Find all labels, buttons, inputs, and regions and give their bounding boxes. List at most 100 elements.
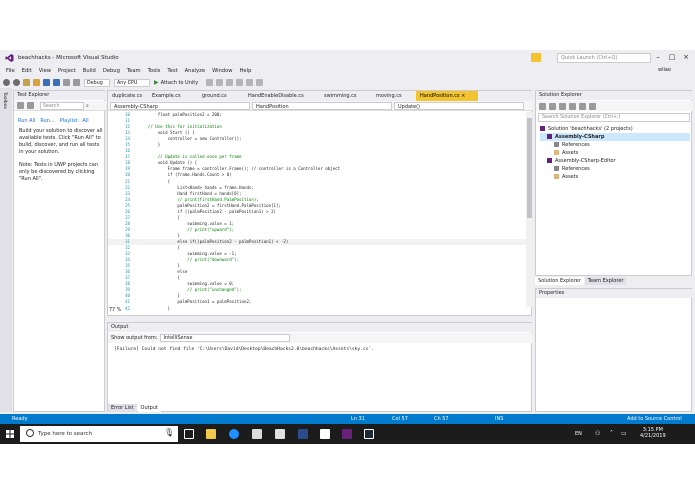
menu-test[interactable]: Test: [167, 68, 177, 74]
status-line: Ln 31: [351, 416, 365, 422]
platform-select[interactable]: Any CPU: [114, 78, 150, 87]
tab-swimming[interactable]: swimming.cs: [320, 91, 370, 101]
photoshop-icon[interactable]: [298, 429, 308, 439]
toolbar-tool-icon[interactable]: [206, 79, 214, 86]
tree-item[interactable]: Assets: [540, 173, 690, 181]
new-project-icon[interactable]: [23, 79, 30, 86]
mail-icon[interactable]: [275, 429, 285, 439]
tab-team-explorer[interactable]: Team Explorer: [584, 276, 627, 285]
tab-error-list[interactable]: Error List: [108, 403, 137, 412]
taskbar-search-input[interactable]: Type here to search: [20, 426, 178, 442]
run-all-link[interactable]: Run All: [18, 118, 35, 124]
visual-studio-taskbar-icon[interactable]: [342, 429, 352, 439]
store-icon[interactable]: [252, 429, 262, 439]
network-icon[interactable]: ▭: [621, 430, 627, 437]
test-tool-icon[interactable]: [27, 102, 34, 109]
close-button[interactable]: ×: [681, 52, 691, 62]
undo-icon[interactable]: [63, 79, 70, 86]
menu-tools[interactable]: Tools: [148, 68, 161, 74]
menu-project[interactable]: Project: [58, 68, 76, 74]
se-tool-icon[interactable]: [539, 102, 546, 110]
attach-to-unity-button[interactable]: Attach to Unity: [161, 80, 199, 86]
user-account[interactable]: wliao: [658, 67, 671, 73]
run-link[interactable]: Run...: [40, 118, 54, 124]
tree-item[interactable]: Assembly-CSharp: [540, 133, 690, 141]
scrollbar-thumb[interactable]: [527, 118, 532, 218]
se-tool-icon[interactable]: [549, 102, 556, 110]
forward-icon[interactable]: [13, 79, 20, 86]
menu-view[interactable]: View: [39, 68, 51, 74]
project-dropdown[interactable]: Assembly-CSharp: [110, 102, 250, 110]
member-dropdown[interactable]: Update(): [394, 102, 524, 110]
test-tool-icon[interactable]: [17, 102, 24, 109]
feedback-filter-icon[interactable]: [531, 53, 541, 62]
play-icon[interactable]: ▶: [154, 79, 159, 86]
tab-hand-enable-disable[interactable]: HandEnableDisable.cs: [244, 91, 318, 101]
clock[interactable]: 3:15 PM 4/21/2019: [640, 427, 666, 439]
tab-hand-position[interactable]: HandPosition.cs ×: [416, 91, 478, 101]
people-icon[interactable]: ⚇: [595, 430, 600, 437]
toolbar-tool-icon[interactable]: [216, 79, 224, 86]
toolbar-tool-icon[interactable]: [226, 79, 234, 86]
edge-icon[interactable]: [229, 429, 239, 439]
chevron-up-icon[interactable]: ˄: [610, 430, 613, 437]
back-icon[interactable]: [3, 79, 10, 86]
tree-item[interactable]: References: [540, 141, 690, 149]
output-source-select[interactable]: IntelliSense: [160, 334, 291, 342]
unity-icon[interactable]: [320, 429, 330, 439]
task-view-icon[interactable]: [184, 429, 194, 439]
open-icon[interactable]: [33, 79, 40, 86]
add-to-source-control-button[interactable]: Add to Source Control: [627, 416, 682, 422]
toolbar-tool-icon[interactable]: [246, 79, 254, 86]
tab-example[interactable]: Example.cs: [148, 91, 196, 101]
menu-build[interactable]: Build: [83, 68, 96, 74]
tab-output[interactable]: Output: [137, 403, 161, 412]
microphone-icon[interactable]: 🎙: [164, 428, 174, 437]
code-area[interactable]: 10 float palmPosition2 = 200; 11 12 // Use…: [108, 112, 533, 311]
search-icon[interactable]: ⌕: [86, 103, 89, 109]
windows-start-icon[interactable]: [6, 430, 14, 438]
close-tab-icon[interactable]: ×: [461, 93, 465, 99]
redo-icon[interactable]: [73, 79, 80, 86]
menu-window[interactable]: Window: [212, 68, 232, 74]
toolbox-tab[interactable]: Toolbox: [2, 92, 7, 109]
tree-item[interactable]: Assets: [540, 149, 690, 157]
menu-file[interactable]: File: [6, 68, 15, 74]
se-tool-icon[interactable]: [559, 102, 566, 110]
code-line[interactable]: 42 }: [108, 306, 533, 312]
se-tool-icon[interactable]: [579, 102, 586, 110]
tab-ground[interactable]: ground.cs: [198, 91, 242, 101]
menu-debug[interactable]: Debug: [103, 68, 120, 74]
menu-analyze[interactable]: Analyze: [185, 68, 205, 74]
se-tool-icon[interactable]: [569, 102, 576, 110]
test-search-input[interactable]: Search: [40, 101, 84, 110]
code-text: controller = new Controller();: [138, 136, 242, 142]
editor-scrollbar[interactable]: [526, 112, 533, 307]
menu-help[interactable]: Help: [240, 68, 252, 74]
menu-edit[interactable]: Edit: [22, 68, 32, 74]
menu-team[interactable]: Team: [127, 68, 141, 74]
minimize-button[interactable]: –: [653, 52, 663, 62]
tab-duplicate[interactable]: duplicate.cs: [108, 91, 146, 101]
maximize-button[interactable]: □: [667, 52, 677, 62]
se-tool-icon[interactable]: [589, 102, 596, 110]
save-icon[interactable]: [43, 79, 50, 86]
solution-search-input[interactable]: Search Solution Explorer (Ctrl+;): [538, 113, 690, 122]
tab-moving[interactable]: moving.cs: [372, 91, 414, 101]
language-indicator[interactable]: EN: [575, 431, 582, 437]
class-dropdown[interactable]: HandPosition: [252, 102, 392, 110]
tree-item[interactable]: Assembly-CSharp-Editor: [540, 157, 690, 165]
quick-launch-input[interactable]: Quick Launch (Ctrl+Q): [557, 53, 651, 63]
toolbar-tool-icon[interactable]: [236, 79, 244, 86]
tree-item[interactable]: Solution 'beachhacks' (2 projects): [540, 125, 690, 133]
steam-icon[interactable]: [364, 429, 374, 439]
zoom-level[interactable]: 77 %: [109, 308, 121, 313]
playlist-link[interactable]: Playlist : All: [60, 118, 89, 124]
configuration-select[interactable]: Debug: [84, 78, 110, 87]
file-explorer-icon[interactable]: [206, 429, 216, 439]
save-all-icon[interactable]: [53, 79, 60, 86]
toolbar-tool-icon[interactable]: [256, 79, 264, 86]
tab-solution-explorer[interactable]: Solution Explorer: [535, 276, 584, 285]
tree-item[interactable]: References: [540, 165, 690, 173]
cortana-icon[interactable]: [26, 429, 34, 437]
